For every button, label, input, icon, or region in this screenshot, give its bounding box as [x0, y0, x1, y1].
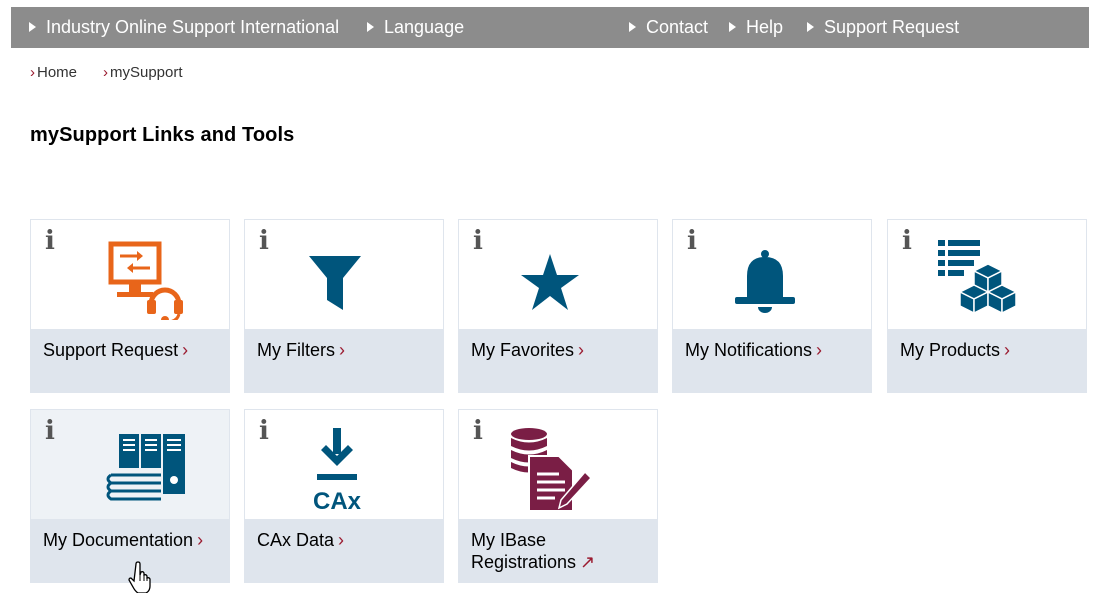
info-icon[interactable]: i — [687, 226, 697, 256]
chevron-right-icon: › — [182, 340, 189, 360]
cax-download-icon: CAx — [285, 420, 425, 510]
hand-pointer-cursor-icon — [128, 561, 156, 598]
tile-label-area: My Notifications › — [673, 329, 871, 392]
tile-my-notifications[interactable]: i My Notifications › — [672, 219, 872, 393]
triangle-right-icon — [367, 22, 374, 33]
nav-link-label: Help — [746, 17, 784, 37]
star-icon — [499, 230, 639, 320]
tile-my-ibase-registrations[interactable]: i My IBase Registrations ↗ — [458, 409, 658, 583]
nav-link-label: Language — [384, 17, 465, 37]
chevron-right-icon: › — [30, 64, 35, 81]
nav-link-contact[interactable]: Contact — [629, 7, 708, 48]
tile-my-products[interactable]: i My Products › — [887, 219, 1087, 393]
tile-label-area: My Filters › — [245, 329, 443, 392]
documentation-binders-icon — [71, 420, 211, 510]
tile-my-favorites[interactable]: i My Favorites › — [458, 219, 658, 393]
tile-label: My Documentation — [43, 530, 194, 550]
chevron-right-icon: › — [816, 340, 823, 360]
nav-link-help[interactable]: Help — [729, 7, 783, 48]
tile-label: My Notifications — [685, 340, 813, 360]
triangle-right-icon — [29, 22, 36, 33]
chevron-right-icon: › — [197, 530, 204, 550]
info-icon[interactable]: i — [259, 416, 269, 446]
info-icon[interactable]: i — [45, 226, 55, 256]
nav-link-label: Contact — [646, 17, 709, 37]
tile-label: My Products — [900, 340, 1001, 360]
breadcrumb-home[interactable]: › Home — [30, 64, 77, 81]
top-navigation-bar: Industry Online Support International La… — [11, 7, 1089, 48]
nav-link-industry-online-support[interactable]: Industry Online Support International — [29, 7, 339, 48]
info-icon[interactable]: i — [259, 226, 269, 256]
product-cubes-icon — [928, 230, 1068, 320]
bell-icon — [713, 230, 853, 320]
info-icon[interactable]: i — [902, 226, 912, 256]
tile-my-documentation[interactable]: i My Documentation › — [30, 409, 230, 583]
triangle-right-icon — [729, 22, 736, 33]
tile-label-area: My IBase Registrations ↗ — [459, 519, 657, 582]
tile-label: Support Request — [43, 340, 179, 360]
tile-label: My Filters — [257, 340, 335, 360]
chevron-right-icon: › — [578, 340, 585, 360]
monitor-headset-icon — [71, 230, 211, 320]
tile-label: My IBase Registrations — [471, 530, 577, 572]
external-link-arrow-icon: ↗ — [580, 552, 596, 572]
triangle-right-icon — [629, 22, 636, 33]
info-icon[interactable]: i — [473, 226, 483, 256]
chevron-right-icon: › — [338, 530, 345, 550]
tile-label-area: My Products › — [888, 329, 1086, 392]
chevron-right-icon: › — [1004, 340, 1011, 360]
tile-label: My Favorites — [471, 340, 575, 360]
tile-support-request[interactable]: i Support Request › — [30, 219, 230, 393]
nav-link-support-request[interactable]: Support Request — [807, 7, 959, 48]
page-title: mySupport Links and Tools — [30, 124, 295, 146]
tile-label-area: Support Request › — [31, 329, 229, 392]
tile-label: CAx Data — [257, 530, 335, 550]
info-icon[interactable]: i — [45, 416, 55, 446]
tile-cax-data[interactable]: i CAx CAx Data › — [244, 409, 444, 583]
breadcrumb-mysupport[interactable]: › mySupport — [103, 64, 183, 81]
tile-label-area: CAx Data › — [245, 519, 443, 582]
cax-icon-text: CAx — [313, 488, 362, 510]
ibase-database-document-icon — [499, 420, 639, 510]
filter-icon — [285, 230, 425, 320]
triangle-right-icon — [807, 22, 814, 33]
nav-link-label: Support Request — [824, 17, 960, 37]
info-icon[interactable]: i — [473, 416, 483, 446]
nav-link-label: Industry Online Support International — [46, 17, 340, 37]
tile-my-filters[interactable]: i My Filters › — [244, 219, 444, 393]
chevron-right-icon: › — [103, 64, 108, 81]
nav-link-language[interactable]: Language — [367, 7, 464, 48]
chevron-right-icon: › — [339, 340, 345, 360]
tile-label-area: My Favorites › — [459, 329, 657, 392]
